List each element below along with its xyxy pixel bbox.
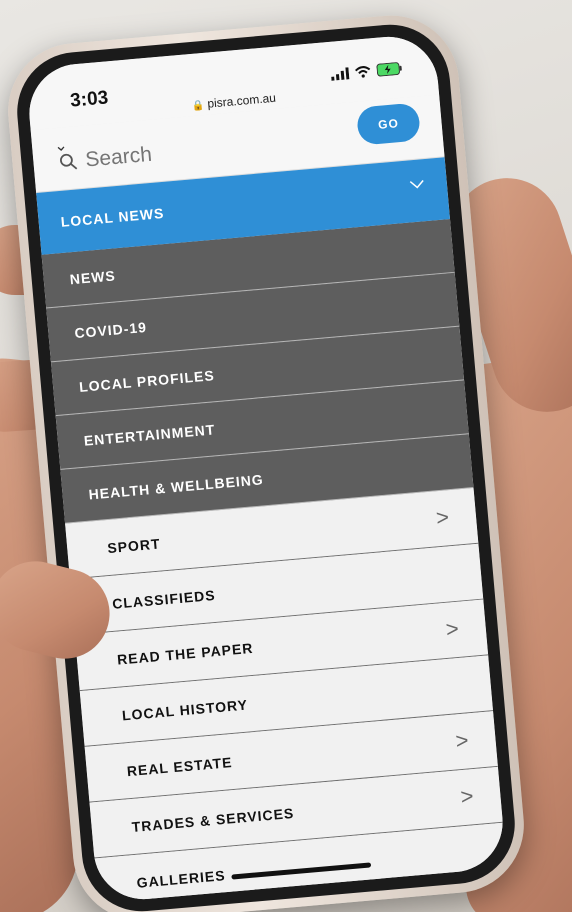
search-icon [60, 153, 78, 170]
battery-charging-icon [376, 62, 402, 77]
go-button[interactable]: GO [355, 102, 422, 146]
phone-bezel: 3:03 🔒 pisra.com.au ⌄ Search GO LOCAL NE… [12, 19, 520, 912]
menu-item-label: SPORT [106, 535, 162, 556]
wifi-icon [354, 65, 371, 78]
submenu-item-label: ENTERTAINMENT [83, 420, 216, 449]
menu-item-label: TRADES & SERVICES [131, 804, 295, 835]
menu-item-label: READ THE PAPER [116, 639, 254, 668]
menu-item-label: GALLERIES [135, 866, 227, 891]
chevron-right-icon[interactable]: > [459, 783, 475, 810]
menu-header-label: LOCAL NEWS [60, 204, 165, 230]
menu-item-label: REAL ESTATE [126, 753, 234, 779]
status-icons [330, 62, 403, 81]
menu-item-label: CLASSIFIEDS [111, 586, 217, 612]
chevron-right-icon[interactable]: > [455, 727, 471, 754]
phone-device: 3:03 🔒 pisra.com.au ⌄ Search GO LOCAL NE… [2, 9, 530, 912]
phone-screen: 3:03 🔒 pisra.com.au ⌄ Search GO LOCAL NE… [25, 32, 507, 904]
chevron-right-icon[interactable]: > [445, 616, 461, 643]
submenu-item-label: NEWS [69, 266, 117, 287]
submenu-item-label: LOCAL PROFILES [78, 366, 216, 395]
chevron-right-icon[interactable]: > [435, 504, 451, 531]
photo-scene: 3:03 🔒 pisra.com.au ⌄ Search GO LOCAL NE… [0, 0, 572, 912]
search-input[interactable] [82, 124, 348, 174]
signal-icon [331, 66, 350, 81]
lock-icon: 🔒 [191, 99, 206, 113]
url-text: pisra.com.au [206, 90, 277, 111]
chevron-down-icon[interactable]: ⌵ [409, 171, 425, 193]
menu-item-label: LOCAL HISTORY [121, 696, 249, 723]
submenu-item-label: COVID-19 [73, 318, 148, 341]
submenu-item-label: HEALTH & WELLBEING [87, 470, 265, 503]
